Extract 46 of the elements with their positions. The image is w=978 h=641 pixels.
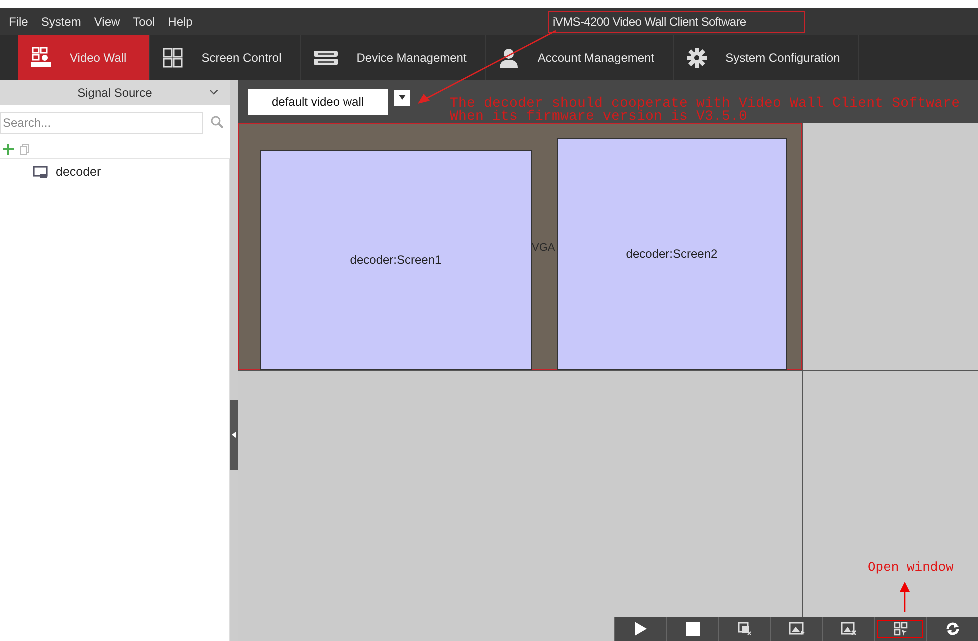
monitor-icon: [33, 166, 48, 178]
wall-cell[interactable]: [803, 371, 978, 617]
annotation-text: Open window: [868, 560, 954, 575]
add-icon[interactable]: [3, 144, 14, 154]
caret-icon: [398, 95, 406, 100]
dropdown-button[interactable]: [394, 90, 410, 106]
toolbar-button[interactable]: [718, 617, 770, 641]
menu-item[interactable]: Help: [168, 14, 193, 28]
screen-window[interactable]: decoder:Screen2: [557, 138, 787, 370]
toolbar-button[interactable]: [822, 617, 874, 641]
window-close-icon: [738, 622, 752, 636]
menu-item[interactable]: View: [94, 14, 120, 28]
dropdown-field[interactable]: default video wall: [248, 88, 388, 114]
server-icon: [312, 48, 339, 66]
menu-item[interactable]: System: [41, 14, 82, 28]
image-icon: [788, 622, 804, 636]
toolbar-button[interactable]: [614, 617, 666, 641]
user-icon: [498, 46, 520, 68]
toolbar-button[interactable]: [666, 617, 718, 641]
toolbar-button[interactable]: [926, 617, 978, 641]
panel-header[interactable]: Signal Source: [0, 80, 230, 105]
wall-cell[interactable]: VGA decoder:Screen1 decoder:Screen2: [238, 123, 802, 370]
tree-item[interactable]: decoder: [0, 165, 102, 179]
annotation-text: The decoder should cooperate with Video Wall Client Software When its firmware version is V3.5.0: [450, 98, 960, 124]
menu-item[interactable]: Tool: [133, 14, 156, 28]
refresh-icon: [944, 621, 960, 637]
window-grid-icon: [894, 622, 908, 636]
search-field[interactable]: Search...: [0, 112, 203, 134]
stop-icon: [686, 622, 700, 636]
window-title: iVMS-4200 Video Wall Client Software: [553, 14, 746, 28]
menu-item[interactable]: File: [9, 14, 28, 28]
screen-window[interactable]: decoder:Screen1: [260, 150, 532, 370]
collapse-handle[interactable]: [230, 400, 238, 470]
tab[interactable]: Video Wall: [18, 35, 150, 80]
chevron-down-icon: [210, 90, 218, 95]
video-wall-icon: [30, 46, 52, 68]
leader-line: [900, 582, 910, 612]
toolbar-button[interactable]: [874, 617, 926, 641]
grid-icon: [162, 46, 184, 68]
toolbar-button[interactable]: [770, 617, 822, 641]
play-icon: [634, 622, 646, 636]
port-label: VGA: [532, 242, 556, 254]
image-close-icon: [840, 622, 856, 636]
wall-cell[interactable]: [803, 123, 978, 370]
caret-icon: [232, 432, 236, 438]
settings-icon: [686, 46, 708, 68]
